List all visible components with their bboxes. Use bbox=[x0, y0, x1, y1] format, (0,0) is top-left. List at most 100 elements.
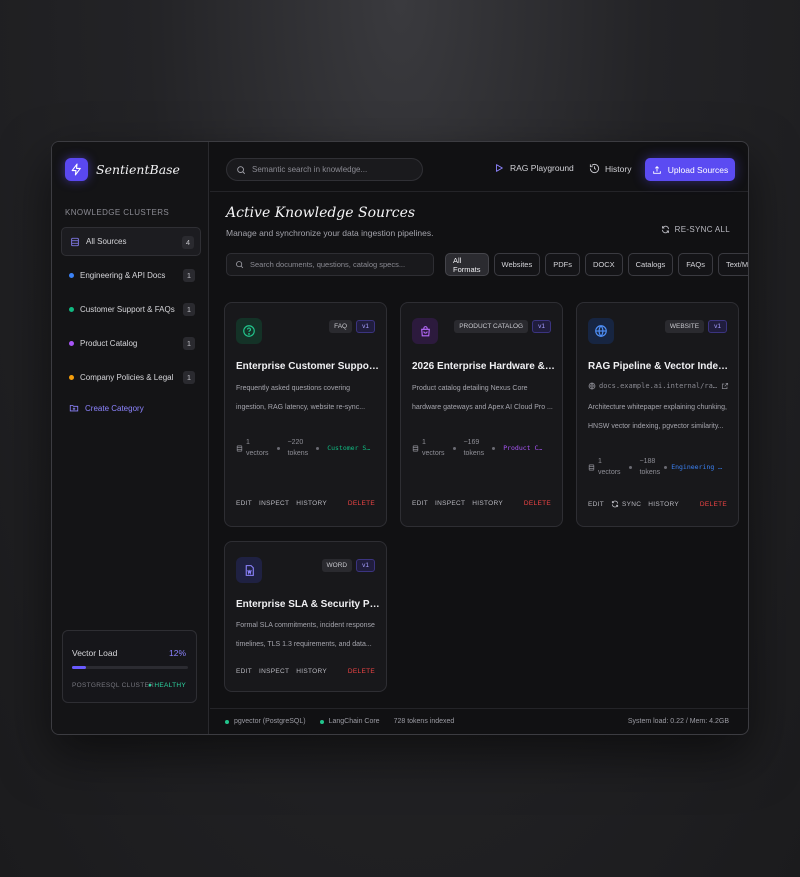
card-actions: EDIT SYNC HISTORY DELETE bbox=[588, 500, 727, 508]
rag-playground-link[interactable]: RAG Playground bbox=[494, 163, 574, 173]
card-description: Frequently asked questions covering inge… bbox=[236, 385, 366, 411]
logo[interactable]: SentientBase bbox=[65, 158, 180, 181]
type-badge: WEBSITE bbox=[664, 320, 705, 333]
inspect-button[interactable]: INSPECT bbox=[435, 500, 465, 507]
upload-icon bbox=[652, 165, 662, 175]
card-title[interactable]: RAG Pipeline & Vector Indexing Whitepape… bbox=[588, 361, 733, 372]
status-dot bbox=[319, 719, 324, 724]
card-description: Formal SLA commitments, incident respons… bbox=[236, 622, 375, 648]
layers-icon bbox=[236, 445, 243, 452]
sidebar-item-all-sources[interactable]: All Sources 4 bbox=[61, 227, 201, 256]
version-badge: v1 bbox=[356, 559, 375, 572]
filter-websites[interactable]: Websites bbox=[493, 253, 541, 276]
tokens-number: ~169 bbox=[463, 439, 480, 446]
filter-faqs[interactable]: FAQs bbox=[678, 253, 714, 276]
sidebar-item-catalog[interactable]: Product Catalog 1 bbox=[61, 329, 201, 358]
delete-button[interactable]: DELETE bbox=[348, 500, 375, 507]
delete-button[interactable]: DELETE bbox=[700, 501, 727, 508]
system-load: System load: 0.22 / Mem: 4.2GB bbox=[627, 718, 729, 725]
source-card-faq[interactable]: FAQ v1 Enterprise Customer Support & FAQ… bbox=[224, 302, 387, 527]
history-button[interactable]: HISTORY bbox=[472, 500, 503, 507]
vectors-count: 1 vectors bbox=[598, 456, 621, 478]
category-link[interactable]: Engineering & API Docs bbox=[671, 463, 725, 471]
vectors-count: 1 vectors bbox=[422, 437, 445, 459]
tokens-unit: tokens bbox=[639, 469, 661, 476]
card-stats: 1 vectors ~220 tokens Customer Support & F… bbox=[236, 437, 371, 459]
edit-button[interactable]: EDIT bbox=[236, 668, 252, 675]
inspect-button[interactable]: INSPECT bbox=[259, 668, 289, 675]
card-description: Architecture whitepaper explaining chunk… bbox=[588, 404, 727, 430]
document-search-input[interactable] bbox=[250, 260, 420, 269]
separator-dot bbox=[276, 446, 280, 450]
vector-load-value: 12% bbox=[168, 648, 186, 658]
card-tags: WEBSITE v1 bbox=[661, 320, 727, 333]
sidebar: SentientBase KNOWLEDGE CLUSTERS All Sour… bbox=[52, 142, 209, 734]
resync-all-button[interactable]: RE-SYNC ALL bbox=[661, 225, 730, 234]
health-status: ● HEALTHY bbox=[148, 682, 186, 689]
semantic-search-input[interactable] bbox=[252, 165, 402, 174]
sidebar-item-label: Engineering & API Docs bbox=[80, 271, 166, 280]
type-badge: FAQ bbox=[329, 320, 353, 333]
tokens-indexed: 728 tokens indexed bbox=[393, 718, 455, 725]
type-badge: WORD bbox=[321, 559, 353, 572]
card-title[interactable]: Enterprise Customer Support & FAQ Knowle… bbox=[236, 361, 381, 372]
category-link[interactable]: Customer Support & FAQs bbox=[327, 444, 371, 452]
cluster-label: POSTGRESQL CLUSTER bbox=[72, 682, 155, 689]
category-dot bbox=[69, 273, 74, 278]
card-description: Product catalog detailing Nexus Core har… bbox=[412, 385, 553, 411]
source-url[interactable]: docs.example.ai.internal/rag-pipeline bbox=[588, 382, 729, 390]
semantic-search[interactable] bbox=[226, 158, 423, 181]
upload-sources-button[interactable]: Upload Sources bbox=[645, 158, 735, 181]
db-status-label: pgvector (PostgreSQL) bbox=[234, 718, 306, 725]
cluster-list: All Sources 4 Engineering & API Docs 1 C… bbox=[61, 227, 201, 419]
delete-button[interactable]: DELETE bbox=[348, 668, 375, 675]
category-link[interactable]: Product Catalog bbox=[503, 444, 543, 452]
status-dot bbox=[225, 719, 229, 724]
filter-catalogs[interactable]: Catalogs bbox=[627, 253, 674, 276]
vectors-unit: vectors bbox=[422, 450, 445, 457]
history-button[interactable]: HISTORY bbox=[296, 500, 327, 507]
sync-button[interactable]: SYNC bbox=[611, 500, 641, 508]
sidebar-item-support[interactable]: Customer Support & FAQs 1 bbox=[61, 295, 201, 324]
clusters-heading: KNOWLEDGE CLUSTERS bbox=[65, 208, 170, 217]
filter-docx[interactable]: DOCX bbox=[584, 253, 623, 276]
history-button[interactable]: HISTORY bbox=[648, 501, 679, 508]
separator-dot bbox=[316, 446, 320, 450]
vector-load-label: Vector Load bbox=[72, 648, 118, 658]
framework-status-label: LangChain Core bbox=[328, 718, 380, 725]
source-card-website[interactable]: WEBSITE v1 RAG Pipeline & Vector Indexin… bbox=[576, 302, 739, 527]
lightning-icon bbox=[65, 158, 88, 181]
create-category-button[interactable]: Create Category bbox=[61, 397, 201, 419]
separator-dot bbox=[492, 446, 496, 450]
inspect-button[interactable]: INSPECT bbox=[259, 500, 289, 507]
edit-button[interactable]: EDIT bbox=[236, 500, 252, 507]
tokens-unit: tokens bbox=[463, 450, 485, 457]
history-button[interactable]: HISTORY bbox=[296, 668, 327, 675]
tokens-number: ~220 bbox=[287, 439, 304, 446]
card-actions: EDIT INSPECT HISTORY DELETE bbox=[236, 500, 375, 507]
filter-all-formats[interactable]: All Formats bbox=[445, 253, 489, 276]
card-title[interactable]: Enterprise SLA & Security Policy bbox=[236, 599, 381, 610]
tokens-count: ~188 tokens bbox=[640, 456, 661, 478]
card-title[interactable]: 2026 Enterprise Hardware & Cloud Catalog bbox=[412, 361, 557, 372]
history-link[interactable]: History bbox=[589, 163, 631, 174]
delete-button[interactable]: DELETE bbox=[524, 500, 551, 507]
source-card-catalog[interactable]: PRODUCT CATALOG v1 2026 Enterprise Hardw… bbox=[400, 302, 563, 527]
edit-button[interactable]: EDIT bbox=[412, 500, 428, 507]
create-category-label: Create Category bbox=[85, 403, 144, 413]
vectors-number: 1 bbox=[246, 439, 250, 446]
sidebar-item-engineering[interactable]: Engineering & API Docs 1 bbox=[61, 261, 201, 290]
external-link-icon[interactable] bbox=[721, 382, 729, 390]
filter-text-md[interactable]: Text/MD bbox=[718, 253, 748, 276]
tokens-count: ~220 tokens bbox=[288, 437, 309, 459]
filter-pdfs[interactable]: PDFs bbox=[545, 253, 580, 276]
count-badge: 1 bbox=[183, 371, 195, 384]
card-actions: EDIT INSPECT HISTORY DELETE bbox=[412, 500, 551, 507]
sidebar-item-policies[interactable]: Company Policies & Legal 1 bbox=[61, 363, 201, 392]
document-search[interactable] bbox=[226, 253, 434, 276]
source-card-word[interactable]: WORD v1 Enterprise SLA & Security Policy… bbox=[224, 541, 387, 692]
app-window: SentientBase KNOWLEDGE CLUSTERS All Sour… bbox=[51, 141, 749, 735]
vector-load-bar bbox=[72, 666, 188, 669]
status-footer: pgvector (PostgreSQL) LangChain Core 728… bbox=[210, 708, 748, 734]
edit-button[interactable]: EDIT bbox=[588, 501, 604, 508]
